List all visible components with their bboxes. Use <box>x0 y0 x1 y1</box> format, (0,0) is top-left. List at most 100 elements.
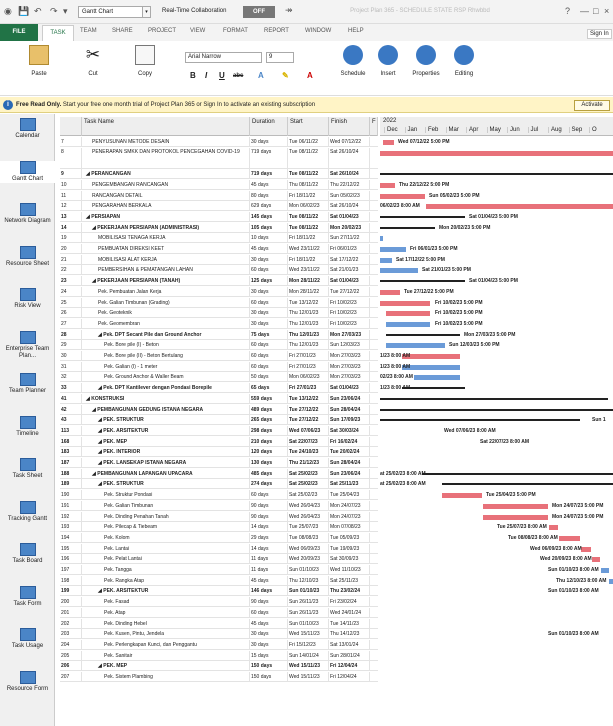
italic-icon[interactable]: I <box>205 71 207 80</box>
gantt-summary-bar[interactable] <box>380 419 580 422</box>
sidebar-item-task-sheet[interactable]: Task Sheet <box>0 458 55 480</box>
strikethrough-icon[interactable]: abc <box>233 73 243 79</box>
sidebar-item-tracking-gantt[interactable]: Tracking Gantt <box>0 500 55 523</box>
gantt-task-bar[interactable] <box>380 289 400 295</box>
col-header-id[interactable] <box>60 117 82 136</box>
table-row[interactable]: 11 RANCANGAN DETAIL 80 days Fri 18/11/22 Sun… <box>60 190 378 201</box>
table-row[interactable]: 195 Pek. Lantai 14 days Wed 06/09/23 Tue 19/… <box>60 543 378 554</box>
font-size-field[interactable]: 9 <box>266 52 294 63</box>
gantt-task-bar[interactable] <box>386 343 445 349</box>
table-row[interactable]: 192 Pek. Dinding Penahan Tanah 90 days Wed … <box>60 511 378 522</box>
tab-share[interactable]: SHARE <box>112 28 133 34</box>
font-color-icon[interactable]: A <box>307 71 313 80</box>
table-row[interactable]: 22 PEMBERSIHAN & PEMATANGAN LAHAN 60 days W… <box>60 265 378 276</box>
table-row[interactable]: 198 Pek. Rangka Atap 45 days Thu 12/10/23 Sa… <box>60 575 378 586</box>
gantt-task-bar[interactable] <box>383 140 394 145</box>
gantt-task-bar[interactable] <box>380 193 425 199</box>
table-row[interactable]: 203 Pek. Kusen, Pintu, Jendela 30 days Wed … <box>60 629 378 640</box>
gantt-summary-bar[interactable] <box>402 387 465 390</box>
sidebar-item-risk-view[interactable]: Risk View <box>0 288 55 310</box>
gantt-task-bar[interactable] <box>442 493 482 499</box>
col-header-name[interactable]: Task Name <box>82 117 250 136</box>
sidebar-item-timeline[interactable]: Timeline <box>0 415 55 438</box>
table-row[interactable]: 168 ◢ PEK. MEP 210 days Sat 22/07/23 Fri 16/… <box>60 436 378 447</box>
table-row[interactable]: 7 PENYUSUNAN METODE DESAIN 30 days Tue 06/1… <box>60 137 378 147</box>
bold-icon[interactable]: B <box>190 71 196 80</box>
gantt-summary-bar[interactable] <box>380 280 465 283</box>
table-row[interactable]: 183 ◢ PEK. INTERIOR 120 days Tue 24/10/23 Tu… <box>60 447 378 458</box>
paste-button[interactable]: Paste <box>24 45 54 77</box>
save-icon[interactable]: 💾 <box>18 5 29 17</box>
customize-icon[interactable]: ▾ <box>63 5 68 17</box>
gantt-task-bar[interactable] <box>609 578 613 584</box>
gantt-task-bar[interactable] <box>380 150 613 156</box>
tab-help[interactable]: HELP <box>348 28 364 34</box>
gantt-task-bar[interactable] <box>483 514 548 520</box>
tab-view[interactable]: VIEW <box>190 28 205 34</box>
col-header-start[interactable]: Start <box>288 117 329 136</box>
table-row[interactable]: 201 Pek. Atap 60 days Sun 26/11/23 Wed 24/01… <box>60 607 378 618</box>
table-row[interactable]: 31 Pek. Galian (I) - 1 meter 60 days Fri 27… <box>60 361 378 372</box>
table-row[interactable]: 23 ◢ PEKERJAAN PERSIAPAN (TANAH) 125 days M… <box>60 276 378 287</box>
table-row[interactable]: 21 MOBILISASI ALAT KERJA 30 days Fri 18/11/… <box>60 254 378 265</box>
copy-button[interactable]: Copy <box>130 45 160 77</box>
tab-report[interactable]: REPORT <box>264 28 289 34</box>
view-selector[interactable]: Gantt Chart <box>78 6 150 18</box>
gantt-task-bar[interactable] <box>380 247 406 252</box>
table-row[interactable]: 205 Pek. Sanitair 15 days Sun 14/01/24 Sun 2… <box>60 650 378 661</box>
table-row[interactable]: 12 PENGARAHAN BERKALA 629 days Mon 06/02/23… <box>60 201 378 212</box>
help-icon[interactable]: ? <box>565 6 570 16</box>
table-row[interactable]: 187 ◢ PEK. LANSEKAP ISTANA NEGARA 130 days… <box>60 458 378 468</box>
schedule-button[interactable]: Schedule <box>336 45 370 77</box>
table-row[interactable]: 188 ◢ PEMBANGUNAN LAPANGAN UPACARA 485 day… <box>60 468 378 479</box>
table-row[interactable]: 41 ◢ KONSTRUKSI 559 days Tue 13/12/22 Sun 23… <box>60 393 378 404</box>
table-row[interactable]: 202 Pek. Dinding Hebel 45 days Sun 01/10/23… <box>60 618 378 629</box>
sidebar-item-task-usage[interactable]: Task Usage <box>0 628 55 650</box>
gantt-task-bar[interactable] <box>549 525 558 531</box>
tab-file[interactable]: FILE <box>0 24 38 41</box>
gantt-summary-bar[interactable] <box>422 472 613 475</box>
gantt-task-bar[interactable] <box>592 557 600 563</box>
gantt-task-bar[interactable] <box>380 268 418 274</box>
gantt-task-bar[interactable] <box>380 300 430 306</box>
table-row[interactable]: 190 Pek. Struktur Pondasi 60 days Sat 25/02… <box>60 490 378 501</box>
sidebar-item-task-board[interactable]: Task Board <box>0 543 55 565</box>
table-row[interactable]: 191 Pek. Galian Timbunan 90 days Wed 26/04/… <box>60 500 378 511</box>
table-row[interactable]: 19 MOBILISASI TENAGA KERJA 10 days Fri 18/1… <box>60 233 378 244</box>
insert-button[interactable]: Insert <box>373 45 403 77</box>
table-row[interactable]: 14 ◢ PEKERJAAN PERSIAPAN (ADMINISTRASI) 10… <box>60 222 378 233</box>
table-row[interactable]: 26 Pek. Geoteknik 30 days Thu 12/01/23 Fri 1… <box>60 308 378 319</box>
col-header-f[interactable]: F <box>370 117 378 136</box>
table-row[interactable]: 193 Pek. Pilecap & Tiebeam 14 days Tue 25/0… <box>60 522 378 533</box>
highlight-icon[interactable]: ✎ <box>282 71 289 80</box>
gantt-task-bar[interactable] <box>386 321 430 327</box>
minimize-icon[interactable]: — <box>580 6 589 16</box>
table-row[interactable]: 30 Pek. Bore pile (II) - Beton Bertulang 6… <box>60 351 378 361</box>
table-row[interactable]: 9 ◢ PERANCANGAN 719 days Tue 08/11/22 Sat 26… <box>60 169 378 180</box>
table-row[interactable]: 32 Pek. Ground Anchor & Waller Beam 50 day… <box>60 372 378 383</box>
view-dropdown-icon[interactable]: ▾ <box>142 6 151 18</box>
tab-project[interactable]: PROJECT <box>148 28 176 34</box>
gantt-summary-bar[interactable] <box>380 215 465 218</box>
sidebar-item-enterprise-team-plan[interactable]: Enterprise Team Plan... <box>0 330 55 360</box>
tab-team[interactable]: TEAM <box>80 28 97 34</box>
undo-icon[interactable]: ↶ <box>34 5 42 17</box>
table-row[interactable]: 33 ◢ Pek. DPT Kantilever dengan Pondasi B… <box>60 383 378 394</box>
table-row[interactable]: 194 Pek. Kolom 29 days Tue 08/08/23 Tue 05/0… <box>60 532 378 543</box>
gantt-task-bar[interactable] <box>559 535 580 541</box>
text-effect-icon[interactable]: A <box>258 71 264 80</box>
table-row[interactable]: 27 Pek. Geomembran 30 days Thu 12/01/23 Fri … <box>60 318 378 329</box>
tab-format[interactable]: FORMAT <box>223 28 248 34</box>
gantt-task-bar[interactable] <box>380 257 392 263</box>
table-row[interactable]: 29 Pek. Bore pile (I) - Beton 60 days Thu 1… <box>60 340 378 351</box>
sidebar-item-network-diagram[interactable]: Network Diagram <box>0 203 55 225</box>
table-row[interactable]: 113 ◢ PEK. ARSITEKTUR 298 days Wed 07/06/23… <box>60 425 378 436</box>
gantt-summary-bar[interactable] <box>442 483 613 486</box>
table-row[interactable]: 206 ◢ PEK. MEP 150 days Wed 15/11/23 Fri 12/… <box>60 661 378 672</box>
activate-button[interactable]: Activate <box>574 100 610 111</box>
sidebar-item-team-planner[interactable]: Team Planner <box>0 373 55 395</box>
table-row[interactable]: 199 ◢ PEK. ARSITEKTUR 146 days Sun 01/10/23… <box>60 586 378 597</box>
gantt-task-bar[interactable] <box>402 364 460 370</box>
sidebar-item-task-form[interactable]: Task Form <box>0 585 55 608</box>
properties-button[interactable]: Properties <box>406 45 446 77</box>
